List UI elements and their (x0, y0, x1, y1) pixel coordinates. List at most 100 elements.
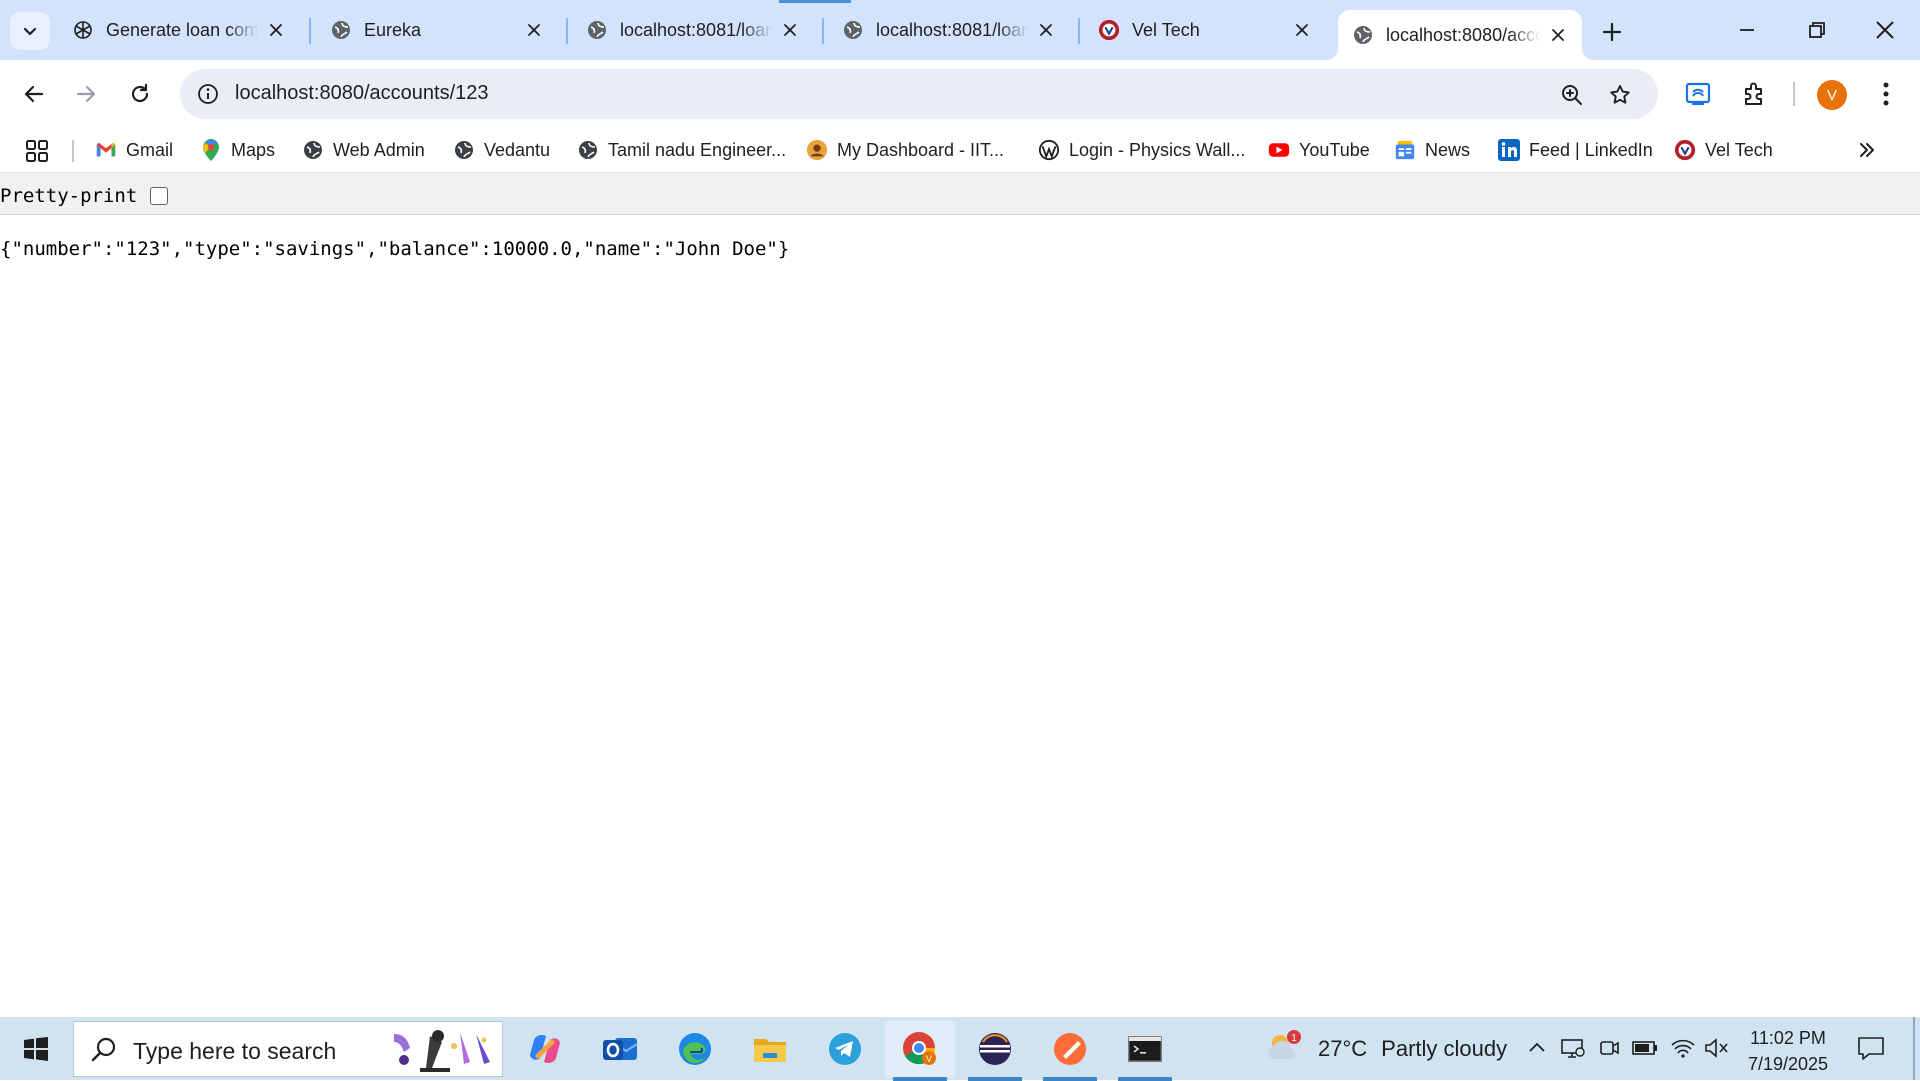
taskbar-terminal[interactable] (1110, 1021, 1180, 1081)
bookmark-physics-wallah[interactable]: Login - Physics Wall... (1038, 137, 1245, 163)
dashboard-icon (806, 139, 828, 161)
weather-badge-count: 1 (1291, 1033, 1297, 1044)
menu-button[interactable] (1866, 74, 1906, 114)
taskbar-file-explorer[interactable] (735, 1021, 805, 1077)
taskbar-telegram[interactable] (810, 1021, 880, 1077)
new-tab-button[interactable] (1596, 16, 1628, 48)
close-icon[interactable] (1034, 18, 1058, 42)
tab-localhost-8080-accounts[interactable]: localhost:8080/accounts/123 (1326, 10, 1594, 60)
tray-wifi-icon[interactable] (1668, 1033, 1698, 1063)
taskbar-search-box[interactable]: Type here to search (73, 1021, 503, 1077)
weather-widget[interactable]: 1 27°C Partly cloudy (1264, 1025, 1507, 1073)
bookmark-tamil-nadu-engineering[interactable]: Tamil nadu Engineer... (577, 137, 786, 163)
tab-title: Vel Tech (1132, 19, 1200, 40)
close-icon[interactable] (522, 18, 546, 42)
bookmark-label: My Dashboard - IIT... (837, 139, 1005, 160)
show-hidden-icons-button[interactable] (1522, 1033, 1552, 1063)
tab-title: Eureka (364, 19, 422, 40)
back-button[interactable] (14, 74, 54, 114)
meet-now-icon (1600, 1041, 1619, 1055)
tab-separator (1078, 18, 1080, 44)
tab-localhost-8081-loan[interactable]: localhost:8081/loan (572, 10, 814, 50)
tab-generate-loan[interactable]: Generate loan cont (58, 10, 300, 50)
show-desktop-button[interactable] (1913, 1017, 1915, 1080)
globe-icon (302, 139, 324, 161)
running-indicator (968, 1077, 1022, 1081)
close-icon[interactable] (1546, 23, 1570, 47)
tab-title: Generate loan cont (106, 19, 258, 40)
tray-battery-icon[interactable] (1630, 1033, 1660, 1063)
close-icon (1876, 21, 1894, 39)
tab-vel-tech[interactable]: Vel Tech (1084, 10, 1326, 50)
bookmark-vel-tech[interactable]: Vel Tech (1674, 137, 1773, 163)
clock-time: 11:02 PM (1750, 1028, 1826, 1048)
extensions-button[interactable] (1734, 74, 1774, 114)
running-indicator (1118, 1077, 1172, 1081)
url-text[interactable]: localhost:8080/accounts/123 (235, 82, 489, 105)
taskbar-copilot[interactable] (510, 1021, 580, 1077)
bookmark-star-button[interactable] (1604, 79, 1636, 111)
tab-strip: Generate loan cont Eureka localhost:8081… (0, 0, 1920, 60)
chrome-icon: V (903, 1032, 936, 1065)
windows-logo-icon (24, 1036, 48, 1061)
bookmark-youtube[interactable]: YouTube (1268, 137, 1370, 163)
taskbar-chrome[interactable]: V (885, 1021, 955, 1081)
arrow-left-icon (24, 85, 44, 103)
taskbar-edge[interactable] (660, 1021, 730, 1077)
taskbar-outlook[interactable] (585, 1021, 655, 1077)
plus-icon (1602, 22, 1622, 42)
bookmark-linkedin[interactable]: Feed | LinkedIn (1498, 137, 1653, 163)
notification-icon (1858, 1037, 1884, 1060)
restore-button[interactable] (1782, 0, 1852, 60)
zoom-button[interactable] (1556, 79, 1588, 111)
tray-display-icon[interactable] (1558, 1033, 1588, 1063)
notifications-button[interactable] (1854, 1033, 1888, 1063)
taskbar-postman[interactable] (1035, 1021, 1105, 1081)
puzzle-icon (1745, 82, 1762, 105)
close-icon[interactable] (778, 18, 802, 42)
bookmark-web-admin[interactable]: Web Admin (302, 137, 425, 163)
more-bookmarks-button[interactable] (1854, 137, 1880, 163)
minimize-button[interactable] (1712, 0, 1782, 60)
telegram-icon (829, 1033, 861, 1065)
display-settings-icon (1561, 1039, 1585, 1058)
bookmark-label: Tamil nadu Engineer... (608, 139, 787, 160)
address-bar[interactable]: localhost:8080/accounts/123 (180, 69, 1658, 119)
running-indicator (893, 1077, 947, 1081)
start-button[interactable] (0, 1017, 72, 1080)
pretty-print-label: Pretty-print (0, 185, 138, 207)
taskbar-eclipse[interactable] (960, 1021, 1030, 1081)
bookmark-label: Maps (231, 139, 276, 160)
pretty-print-bar: Pretty-print (0, 173, 1920, 215)
tab-localhost-8081-loan-2[interactable]: localhost:8081/loan (828, 10, 1070, 50)
taskbar-clock[interactable]: 11:02 PM 7/19/2025 (1736, 1025, 1840, 1077)
kebab-menu-icon (1883, 82, 1889, 106)
bookmark-label: Gmail (126, 139, 174, 160)
tab-search-button[interactable] (10, 12, 50, 50)
bookmark-vedantu[interactable]: Vedantu (453, 137, 550, 163)
wordpress-icon (1038, 139, 1060, 161)
profile-avatar[interactable]: V (1817, 80, 1847, 110)
apps-grid-icon[interactable] (24, 138, 50, 164)
site-info-button[interactable] (192, 78, 224, 110)
battery-icon (1632, 1041, 1657, 1055)
close-icon[interactable] (264, 18, 288, 42)
extension-app-button[interactable] (1678, 74, 1718, 114)
bookmark-my-dashboard[interactable]: My Dashboard - IIT... (806, 137, 1004, 163)
bookmark-maps[interactable]: Maps (200, 137, 275, 163)
tab-eureka[interactable]: Eureka (316, 10, 558, 50)
double-chevron-right-icon (1860, 143, 1874, 157)
globe-icon (1352, 24, 1374, 46)
bookmark-gmail[interactable]: Gmail (95, 137, 173, 163)
close-window-button[interactable] (1850, 0, 1920, 60)
clock-date: 7/19/2025 (1747, 1054, 1829, 1074)
pretty-print-checkbox[interactable] (150, 187, 168, 205)
tab-separator (309, 18, 311, 44)
close-icon[interactable] (1290, 18, 1314, 42)
tray-volume-icon[interactable] (1702, 1033, 1732, 1063)
tab-loading-indicator (779, 0, 851, 3)
reload-button[interactable] (120, 74, 160, 114)
tray-meet-icon[interactable] (1594, 1033, 1624, 1063)
bookmark-news[interactable]: News (1394, 137, 1470, 163)
forward-button[interactable] (66, 74, 106, 114)
